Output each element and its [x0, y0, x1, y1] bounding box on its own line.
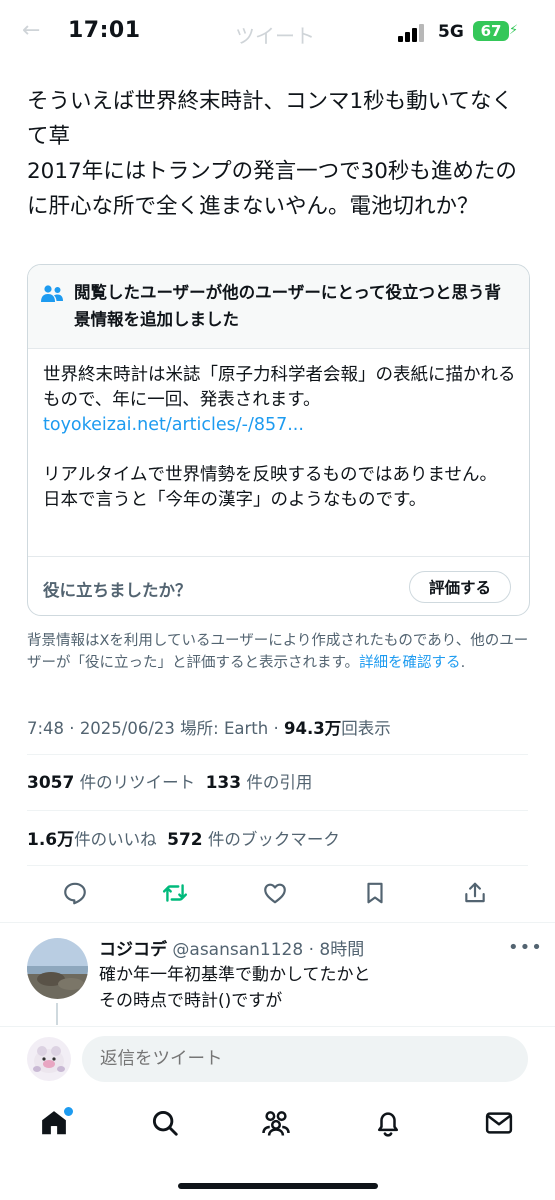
tweet-location: 場所: Earth — [180, 719, 269, 738]
community-note-title: 閲覧したユーザーが他のユーザーにとって役立つと思う背景情報を追加しました — [74, 283, 502, 329]
share-icon[interactable] — [462, 880, 492, 910]
my-avatar[interactable] — [27, 1037, 71, 1081]
header-title: ツイート — [235, 24, 315, 48]
community-note-text: 世界終末時計は米誌「原子力科学者会報」の表紙に描かれるもので、年に一回、発表され… — [43, 365, 516, 410]
helpful-question: 役に立ちましたか？ — [43, 581, 192, 600]
home-notification-dot — [62, 1105, 75, 1118]
rate-button[interactable]: 評価する — [409, 571, 511, 603]
home-indicator — [178, 1183, 378, 1189]
reply-author-handle[interactable]: @asansan1128 — [172, 940, 303, 960]
bookmark-icon[interactable] — [362, 880, 392, 910]
like-bookmark-stats[interactable]: 1.6万件のいいね 572 件のブックマーク — [27, 825, 340, 850]
tweet-text: そういえば世界終末時計、コンマ1秒も動いてなくて草 2017年にはトランプの発言… — [27, 89, 517, 219]
community-note-body: 世界終末時計は米誌「原子力科学者会報」の表紙に描かれるもので、年に一回、発表され… — [43, 363, 518, 513]
views-label: 回表示 — [341, 719, 391, 738]
bookmark-count: 572 — [167, 830, 203, 850]
status-time: 17:01 — [68, 18, 141, 43]
note-disclaimer: 背景情報はXを利用しているユーザーにより作成されたものであり、他のユーザーが「役… — [27, 630, 532, 674]
reply-time: 8時間 — [319, 940, 365, 960]
divider — [27, 810, 528, 811]
communities-icon[interactable] — [261, 1108, 295, 1142]
like-label: 件のいいね — [74, 830, 157, 849]
notifications-icon[interactable] — [373, 1108, 407, 1142]
battery-icon: 67 — [473, 21, 509, 41]
tweet-meta: 7:48 · 2025/06/23 場所: Earth · 94.3万回表示 — [27, 719, 391, 738]
more-icon[interactable]: ••• — [508, 937, 543, 958]
tweet-time: 7:48 — [27, 719, 65, 738]
community-note-text-2: リアルタイムで世界情勢を反映するものではありません。 日本で言うと「今年の漢字」… — [43, 465, 497, 510]
views-count: 94.3万 — [283, 719, 342, 738]
tweet-date: 2025/06/23 — [79, 719, 175, 738]
messages-icon[interactable] — [484, 1108, 518, 1142]
charging-icon: ⚡ — [509, 23, 519, 38]
like-count: 1.6万 — [27, 830, 75, 850]
community-note-header: 閲覧したユーザーが他のユーザーにとって役立つと思う背景情報を追加しました — [28, 265, 529, 349]
search-icon[interactable] — [150, 1108, 184, 1142]
bookmark-label: 件のブックマーク — [207, 830, 340, 849]
thread-line — [56, 1003, 58, 1025]
reply-header: コジコデ @asansan1128 · 8時間 — [99, 940, 365, 960]
reply-icon[interactable] — [62, 880, 92, 910]
people-icon — [41, 285, 63, 302]
divider — [27, 754, 528, 755]
learn-more-suffix: . — [460, 655, 466, 671]
battery-level: 67 — [480, 22, 502, 40]
reply-avatar[interactable] — [27, 938, 88, 999]
divider — [27, 865, 528, 866]
signal-icon — [398, 24, 428, 42]
network-label: 5G — [438, 22, 464, 42]
retweet-count: 3057 — [27, 773, 75, 793]
retweet-quote-stats[interactable]: 3057 件のリツイート 133 件の引用 — [27, 769, 312, 793]
quote-count: 133 — [205, 773, 242, 793]
divider — [0, 922, 555, 923]
reply-author-name[interactable]: コジコデ — [99, 940, 167, 960]
like-icon[interactable] — [262, 880, 292, 910]
quote-label: 件の引用 — [246, 773, 313, 792]
reply-text: 確か年一年初基準で動かしてたかと その時点で時計()ですが — [99, 965, 371, 1011]
retweet-label: 件のリツイート — [79, 773, 196, 792]
community-note-link[interactable]: toyokeizai.net/articles/-/857... — [43, 415, 304, 435]
reply-input[interactable] — [82, 1036, 528, 1082]
tweet-actions — [0, 868, 555, 922]
divider — [28, 556, 529, 557]
community-note: 閲覧したユーザーが他のユーザーにとって役立つと思う背景情報を追加しました 世界終… — [27, 264, 530, 616]
back-arrow-icon[interactable]: ← — [22, 18, 40, 43]
learn-more-link[interactable]: 詳細を確認する — [359, 655, 461, 671]
retweet-icon[interactable] — [162, 880, 192, 910]
